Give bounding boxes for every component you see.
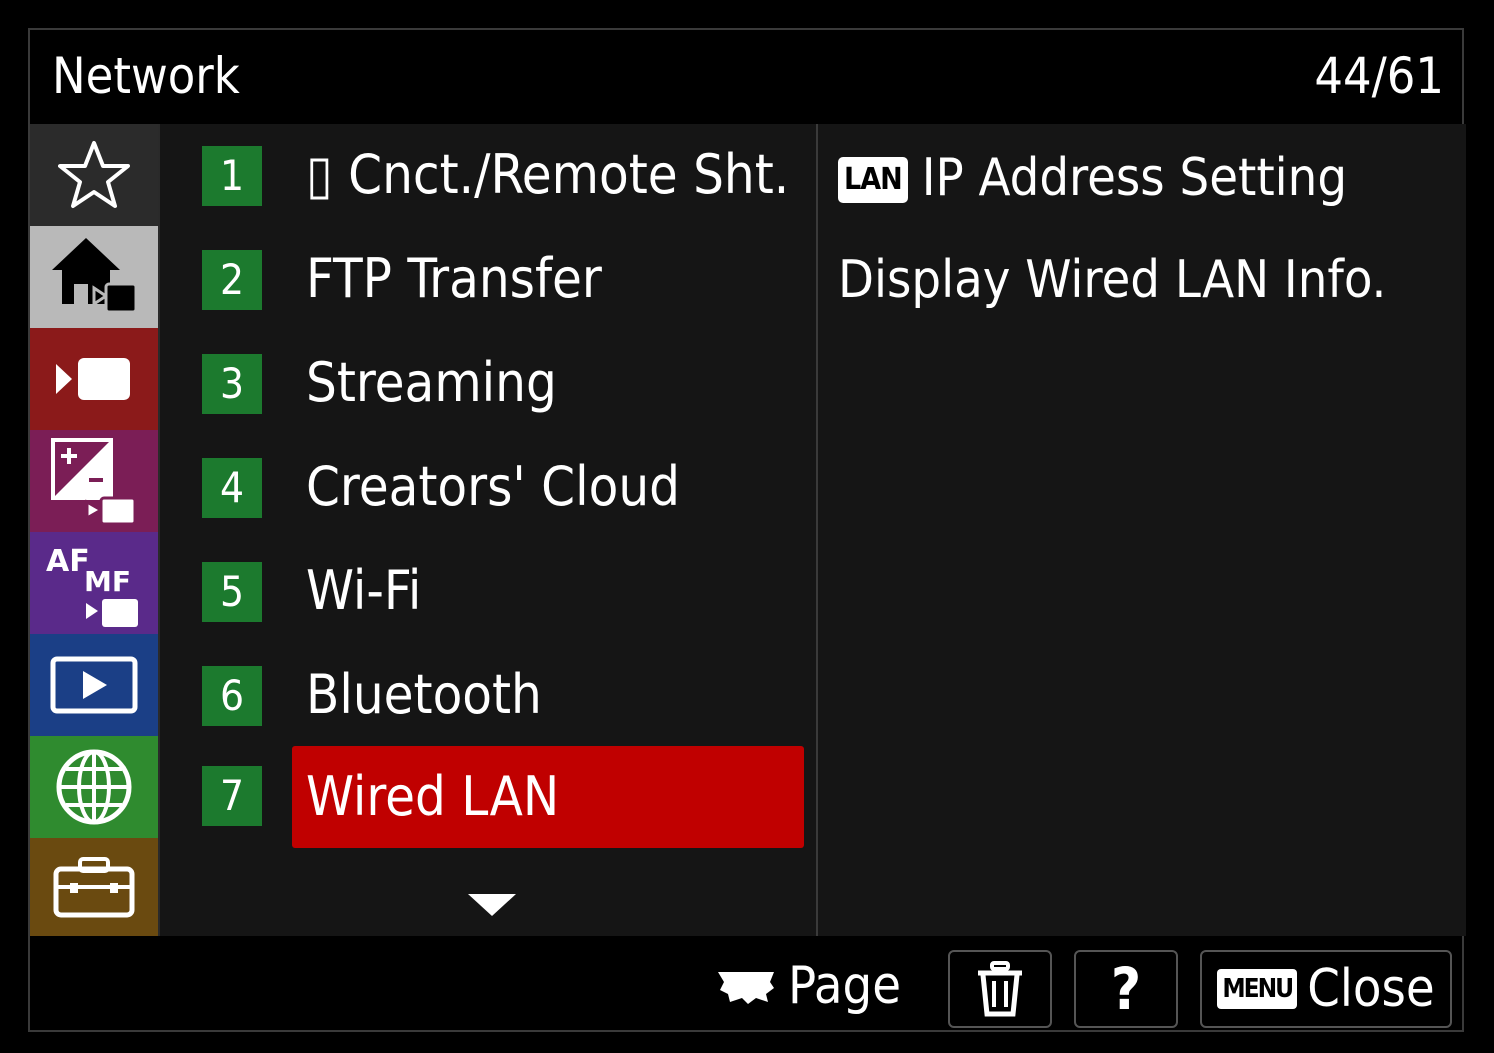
toolbox-icon xyxy=(53,857,135,918)
tab-shooting[interactable] xyxy=(30,226,158,328)
submenu-item-label: Display Wired LAN Info. xyxy=(838,250,1387,310)
item-number: 6 xyxy=(202,666,262,726)
playback-icon xyxy=(50,656,138,714)
list-item[interactable]: 5 Wi-Fi xyxy=(160,540,816,642)
item-number: 4 xyxy=(202,458,262,518)
item-label: FTP Transfer xyxy=(306,247,602,310)
exposure-comp-icon xyxy=(51,438,137,526)
tab-my-menu[interactable] xyxy=(30,124,158,226)
delete-button[interactable] xyxy=(948,950,1052,1028)
list-item[interactable]: 6 Bluetooth xyxy=(160,644,816,746)
chevron-down-icon[interactable] xyxy=(466,892,518,918)
list-item[interactable]: 4 Creators' Cloud xyxy=(160,436,816,538)
star-icon xyxy=(58,141,130,208)
af-mf-icon: AF MF xyxy=(46,544,138,627)
lan-icon: LAN xyxy=(838,157,908,203)
menu-screen: Network 44/61 AF MF 1 ▯ Cnct./Remote Sht… xyxy=(28,28,1466,1032)
tab-focus[interactable]: AF MF xyxy=(30,532,158,634)
item-label: Creators' Cloud xyxy=(306,455,680,518)
page-indicator: 44/61 xyxy=(1314,47,1444,105)
globe-icon xyxy=(56,749,132,825)
movie-camera-icon xyxy=(56,358,130,400)
item-number: 2 xyxy=(202,250,262,310)
svg-text:MF: MF xyxy=(84,565,131,598)
item-number: 5 xyxy=(202,562,262,622)
tab-setup[interactable] xyxy=(30,838,158,936)
page-label: Page xyxy=(788,956,902,1016)
help-icon: ? xyxy=(1110,955,1142,1023)
page-hint: Page xyxy=(716,956,901,1016)
item-label: Streaming xyxy=(306,351,557,414)
page-title: Network xyxy=(52,47,240,105)
tab-playback[interactable] xyxy=(30,634,158,736)
item-number: 3 xyxy=(202,354,262,414)
trash-icon xyxy=(978,961,1022,1017)
menu-key-icon: MENU xyxy=(1217,969,1298,1009)
submenu-item-label: IP Address Setting xyxy=(921,148,1348,208)
submenu-item-ip-address[interactable]: LAN IP Address Setting xyxy=(838,146,1347,210)
list-item[interactable]: 3 Streaming xyxy=(160,332,816,434)
list-item[interactable]: 1 ▯ Cnct./Remote Sht. xyxy=(160,124,816,226)
close-label: Close xyxy=(1307,959,1435,1019)
home-camera-icon xyxy=(52,238,138,314)
item-number: 7 xyxy=(202,766,262,826)
tab-exposure-color[interactable] xyxy=(30,328,158,430)
item-label: Wi-Fi xyxy=(306,559,422,622)
tab-network[interactable] xyxy=(30,736,158,838)
list-item[interactable]: 2 FTP Transfer xyxy=(160,228,816,330)
submenu-item-display-info[interactable]: Display Wired LAN Info. xyxy=(838,248,1386,312)
tab-exposure-comp[interactable] xyxy=(30,430,158,532)
item-label: Wired LAN xyxy=(306,765,560,828)
submenu-panel: LAN IP Address Setting Display Wired LAN … xyxy=(816,124,1466,936)
close-button[interactable]: MENU Close xyxy=(1200,950,1452,1028)
menu-list: 1 ▯ Cnct./Remote Sht. 2 FTP Transfer 3 S… xyxy=(158,124,816,936)
item-label: ▯ Cnct./Remote Sht. xyxy=(306,143,790,206)
item-label: Bluetooth xyxy=(306,663,542,726)
item-number: 1 xyxy=(202,146,262,206)
help-button[interactable]: ? xyxy=(1074,950,1178,1028)
category-tabs: AF MF xyxy=(30,124,158,936)
menu-header: Network 44/61 xyxy=(30,30,1462,124)
list-item-selected[interactable]: 7 Wired LAN xyxy=(160,744,816,848)
menu-footer: Page ? MENU Close xyxy=(30,936,1462,1032)
dial-icon xyxy=(718,972,774,1004)
